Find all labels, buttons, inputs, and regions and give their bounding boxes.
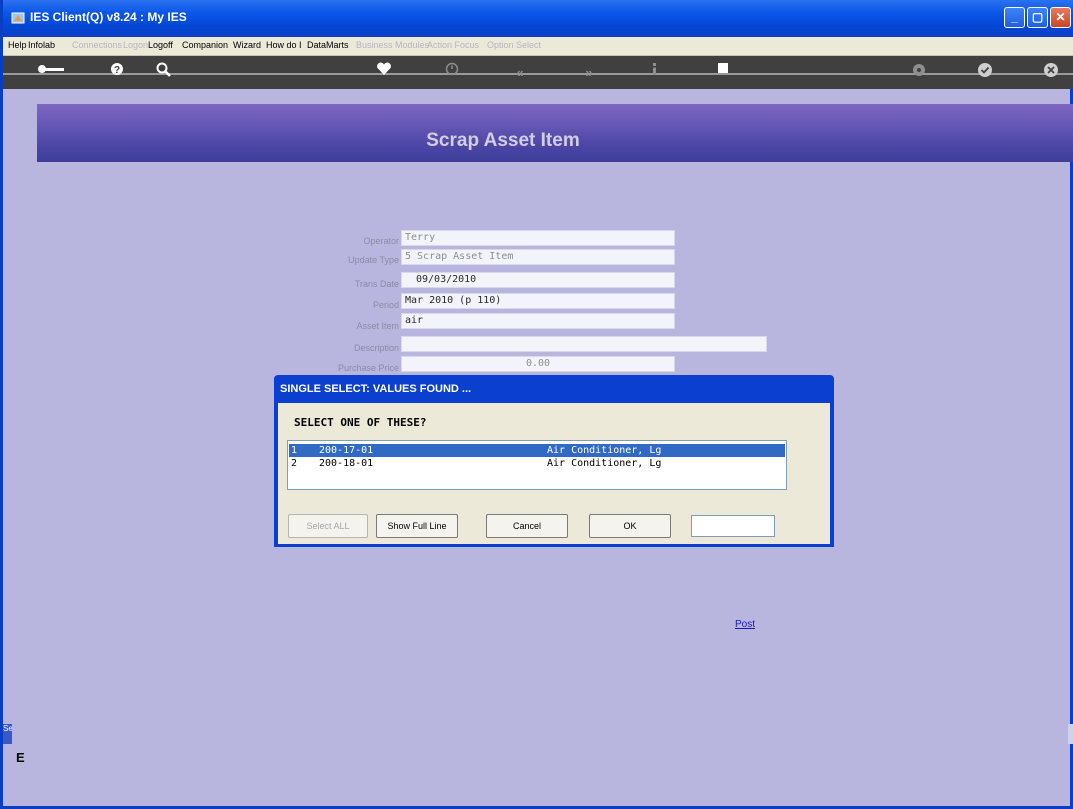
menu-logon: Logon [123, 40, 149, 50]
menu-help[interactable]: Help [8, 40, 27, 50]
page-title: Scrap Asset Item [426, 130, 580, 151]
list-item-number: 1 [291, 445, 298, 456]
dialog-input[interactable] [691, 515, 775, 537]
period-label: Period [372, 300, 399, 310]
info-icon [644, 62, 666, 84]
purchase-price-field[interactable]: 0.00 [401, 356, 675, 372]
menu-connections: Connections [72, 40, 123, 50]
description-field[interactable] [401, 336, 767, 352]
clock-icon [441, 62, 463, 84]
cancel-button[interactable]: Cancel [486, 514, 568, 538]
ok-button[interactable]: OK [589, 514, 671, 538]
list-item-description: Air Conditioner, Lg [547, 458, 662, 469]
menu-wizard[interactable]: Wizard [233, 40, 261, 50]
list-item-code: 200-17-01 [319, 445, 374, 456]
menu-infolab[interactable]: Infolab [28, 40, 55, 50]
heart-icon[interactable] [373, 62, 395, 84]
trans-date-label: Trans Date [354, 279, 399, 289]
svg-text:?: ? [114, 65, 120, 76]
period-field[interactable]: Mar 2010 (p 110) [401, 293, 675, 309]
maximize-button[interactable]: ▢ [1027, 7, 1048, 28]
dialog-prompt: SELECT ONE OF THESE? [294, 416, 427, 429]
description-label: Description [353, 343, 399, 353]
list-item[interactable]: 2 200-18-01 Air Conditioner, Lg [289, 457, 785, 470]
menu-option-select: Option Select [487, 40, 542, 50]
trans-date-field[interactable]: 09/03/2010 [401, 272, 675, 288]
update-type-field[interactable]: 5 Scrap Asset Item [401, 249, 675, 265]
post-link[interactable]: Post [735, 619, 755, 630]
dialog-body: SELECT ONE OF THESE? 1 200-17-01 Air Con… [278, 403, 830, 544]
side-glyph: E [16, 750, 25, 765]
operator-field[interactable]: Terry [401, 230, 675, 246]
app-window: IES Client(Q) v8.24 : My IES _ ▢ ✕ Help … [0, 0, 1073, 809]
menu-business-modules: Business Modules [356, 40, 430, 50]
dialog-title: SINGLE SELECT: VALUES FOUND ... [280, 383, 472, 395]
menu-datamarts[interactable]: DataMarts [307, 40, 349, 50]
close-button[interactable]: ✕ [1050, 7, 1071, 28]
update-type-label: Update Type [348, 255, 399, 265]
single-select-dialog: SINGLE SELECT: VALUES FOUND ... SELECT O… [274, 375, 834, 547]
back-icon: « [516, 65, 524, 80]
select-all-button: Select ALL [288, 514, 368, 538]
asset-item-field[interactable]: air [401, 313, 675, 329]
list-item-number: 2 [291, 458, 298, 469]
toolbar: ? « » [3, 56, 1073, 89]
maximize-icon: ▢ [1031, 10, 1044, 24]
menu-how-do-i[interactable]: How do I [266, 40, 302, 50]
asset-item-label: Asset Item [356, 321, 399, 331]
list-item[interactable]: 1 200-17-01 Air Conditioner, Lg [289, 444, 785, 457]
close-window-icon: ✕ [1055, 10, 1066, 24]
page-header: Scrap Asset Item [37, 104, 1073, 162]
window-title: IES Client(Q) v8.24 : My IES [30, 10, 187, 24]
menu-logoff[interactable]: Logoff [148, 40, 173, 50]
title-bar: IES Client(Q) v8.24 : My IES _ ▢ ✕ [3, 0, 1073, 37]
operator-label: Operator [363, 236, 399, 246]
key-icon[interactable] [35, 62, 67, 84]
purchase-price-label: Purchase Price [337, 363, 399, 373]
list-item-description: Air Conditioner, Lg [547, 445, 662, 456]
minimize-button[interactable]: _ [1004, 7, 1025, 28]
side-tab[interactable]: Se [3, 724, 12, 744]
search-icon[interactable] [153, 62, 175, 84]
right-scroll-handle[interactable] [1068, 724, 1073, 744]
list-item-code: 200-18-01 [319, 458, 374, 469]
close-icon[interactable] [1040, 62, 1062, 84]
show-full-line-button[interactable]: Show Full Line [376, 514, 458, 538]
stop-icon[interactable] [712, 62, 734, 84]
help-icon[interactable]: ? [106, 62, 128, 84]
app-icon [11, 12, 25, 24]
check-icon[interactable] [974, 62, 996, 84]
settings-icon [908, 62, 930, 84]
menu-action-focus: Action Focus [427, 40, 480, 50]
minimize-icon: _ [1011, 10, 1018, 24]
values-listbox[interactable]: 1 200-17-01 Air Conditioner, Lg 2 200-18… [287, 440, 787, 490]
menu-companion[interactable]: Companion [182, 40, 228, 50]
forward-icon: » [585, 65, 593, 80]
menu-bar: Help Infolab Connections Logon Logoff Co… [3, 37, 1073, 56]
